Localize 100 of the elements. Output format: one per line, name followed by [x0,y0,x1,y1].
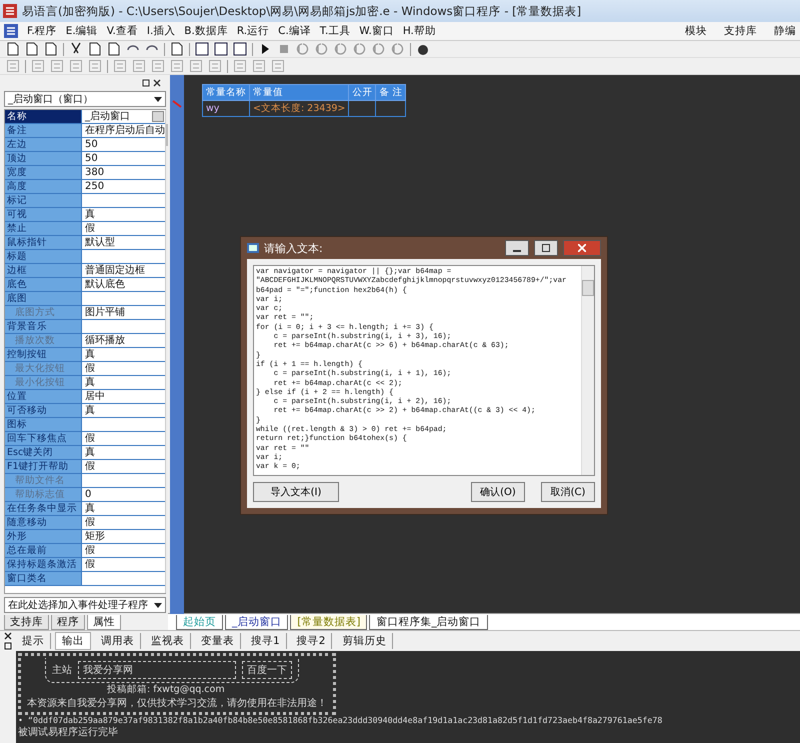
output-tab[interactable]: 调用表 [95,633,141,649]
output-tab[interactable]: 输出 [55,632,91,650]
property-value[interactable]: 默认型 [85,236,115,249]
property-name[interactable]: 标题 [5,250,82,263]
output-tab[interactable]: 变量表 [195,633,241,649]
property-value[interactable]: 默认底色 [85,278,125,291]
property-value[interactable]: 假 [85,516,95,529]
property-name[interactable]: 在任务条中显示 [5,502,82,515]
property-name[interactable]: 宽度 [5,166,82,179]
panel-controls-icon[interactable] [4,632,12,650]
maximize-icon[interactable] [542,244,550,252]
editor-tab[interactable]: _启动窗口 [225,615,288,630]
property-value[interactable]: 普通固定边框 [85,264,145,277]
layout-icon[interactable] [195,42,209,56]
property-value[interactable]: 50 [85,152,98,165]
property-value[interactable]: 真 [85,208,95,221]
property-name[interactable]: Esc键关闭 [5,446,82,459]
property-name[interactable]: 标记 [5,194,82,207]
scrollbar[interactable] [581,266,594,475]
output-tab[interactable]: 搜寻2 [290,633,332,649]
output-tab[interactable]: 监视表 [145,633,191,649]
property-value[interactable]: 真 [85,404,95,417]
close-icon[interactable] [578,244,586,252]
property-value[interactable]: 图片平铺 [85,306,125,319]
property-value[interactable]: 假 [85,432,95,445]
property-name[interactable]: 窗口类名 [5,572,82,585]
property-name[interactable]: 禁止 [5,222,82,235]
menu-item[interactable]: W.窗口 [359,24,394,38]
dialog-button[interactable]: 导入文本(I) [253,482,339,502]
output-tab[interactable]: 剪辑历史 [336,633,394,649]
property-name[interactable]: 顶边 [5,152,82,165]
property-name[interactable]: 控制按钮 [5,348,82,361]
close-button[interactable] [563,240,601,256]
dialog-button[interactable]: 确认(O) [471,482,525,502]
property-name[interactable]: 保持标题条激活 [5,558,82,571]
property-name[interactable]: 可否移动 [5,404,82,417]
menu-item[interactable]: 支持库 [724,24,757,38]
property-name[interactable]: 左边 [5,138,82,151]
layout-icon[interactable] [214,42,228,56]
property-value[interactable]: 50 [85,138,98,151]
panel-tab[interactable]: 程序 [51,615,85,630]
output-tab[interactable]: 提示 [16,633,51,649]
editor-tab[interactable]: [常量数据表] [290,615,368,630]
property-value[interactable]: 假 [85,222,95,235]
property-name[interactable]: 鼠标指针 [5,236,82,249]
property-value[interactable]: 在程序启动后自动 [85,124,165,137]
scrollbar[interactable] [165,110,168,593]
property-name[interactable]: F1键打开帮助 [5,460,82,473]
property-value[interactable]: 循环播放 [85,334,125,347]
panel-controls-icon[interactable] [142,79,162,87]
property-value[interactable]: 假 [85,544,95,557]
property-name[interactable]: 位置 [5,390,82,403]
property-name[interactable]: 背景音乐 [5,320,82,333]
property-name[interactable]: 名称 [5,110,82,123]
property-value[interactable]: 真 [85,348,95,361]
property-value[interactable]: 真 [85,502,95,515]
cut-icon[interactable] [69,42,83,56]
menu-item[interactable]: 模块 [685,24,707,38]
property-value[interactable]: 假 [85,460,95,473]
minimize-button[interactable] [505,240,529,256]
property-value[interactable]: 假 [85,362,95,375]
property-value[interactable]: _启动窗口 [85,110,130,123]
property-value[interactable]: 380 [85,166,104,179]
property-name[interactable]: 回车下移焦点 [5,432,82,445]
property-name[interactable]: 高度 [5,180,82,193]
menu-item[interactable]: R.运行 [236,24,270,38]
output-tab[interactable]: 搜寻1 [245,633,287,649]
property-name[interactable]: 总在最前 [5,544,82,557]
menu-item[interactable]: V.查看 [106,24,138,38]
editor-tab[interactable]: 窗口程序集_启动窗口 [369,615,488,630]
maximize-button[interactable] [534,240,558,256]
property-value[interactable]: 250 [85,180,104,193]
property-value[interactable]: 0 [85,488,92,501]
menu-item[interactable]: H.帮助 [402,24,436,38]
property-value[interactable]: 真 [85,446,95,459]
menu-item[interactable]: T.工具 [320,24,350,38]
dialog-button[interactable]: 取消(C) [541,482,595,502]
property-value[interactable]: 假 [85,558,95,571]
property-name[interactable]: 可视 [5,208,82,221]
property-value[interactable]: 真 [85,376,95,389]
menu-item[interactable]: B.数据库 [184,24,228,38]
event-select[interactable]: 在此处选择加入事件处理子程序 [4,597,166,613]
property-name[interactable]: 随意移动 [5,516,82,529]
object-select[interactable]: _启动窗口（窗口） [4,91,166,107]
menu-item[interactable]: C.编译 [278,24,311,38]
property-name[interactable]: 边框 [5,264,82,277]
layout-icon[interactable] [233,42,247,56]
menu-item[interactable]: 静编 [774,24,796,38]
property-name[interactable]: 备注 [5,124,82,137]
caret-icon[interactable] [154,96,162,102]
property-name[interactable]: 外形 [5,530,82,543]
property-name[interactable]: 图标 [5,418,82,431]
panel-tab[interactable]: 支持库 [4,615,49,630]
property-value[interactable]: 居中 [85,390,105,403]
property-name[interactable]: 底色 [5,278,82,291]
property-value[interactable]: 矩形 [85,530,105,543]
panel-tab[interactable]: 属性 [87,615,121,630]
property-name[interactable]: 底图 [5,292,82,305]
menu-item[interactable]: E.编辑 [66,24,98,38]
menu-item[interactable]: I.插入 [146,24,176,38]
